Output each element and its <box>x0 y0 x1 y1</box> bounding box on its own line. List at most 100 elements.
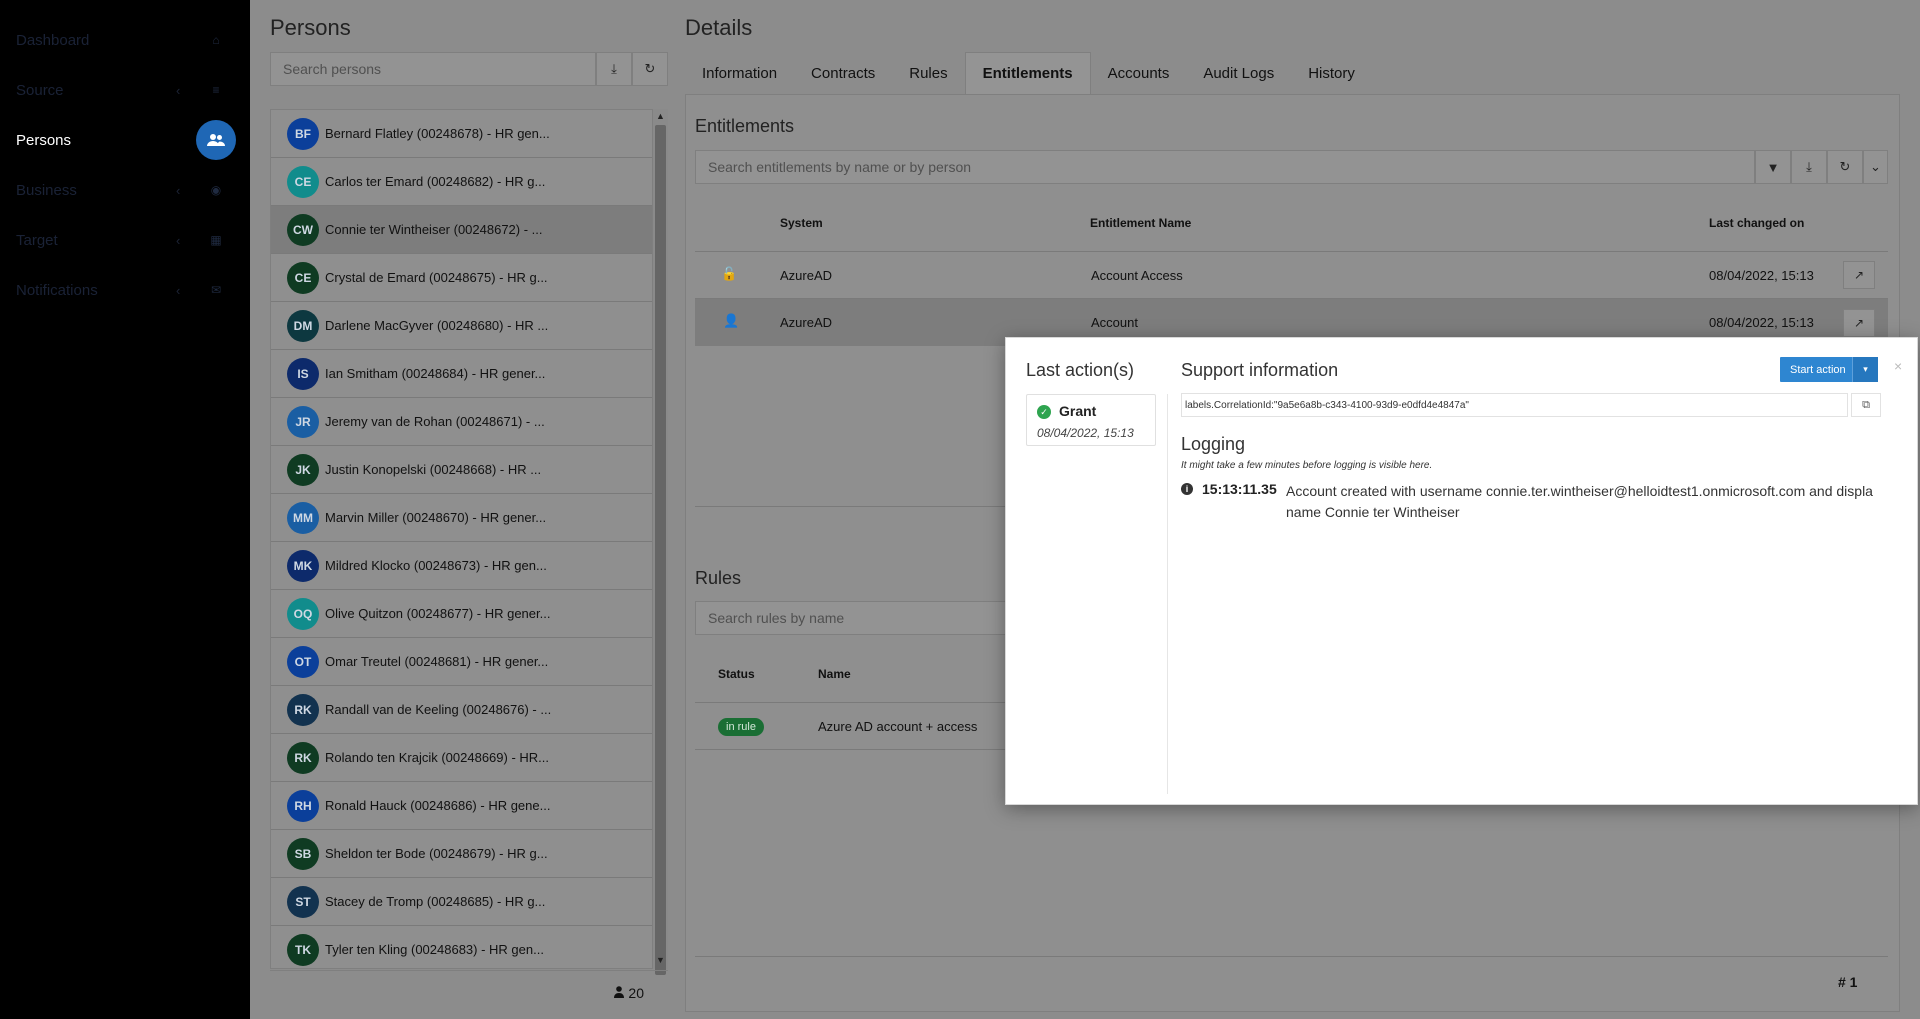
person-name: Marvin Miller (00248670) - HR gener... <box>325 510 547 525</box>
start-action-dropdown[interactable]: ▾ <box>1852 357 1878 382</box>
person-name: Carlos ter Emard (00248682) - HR g... <box>325 174 546 189</box>
list-item[interactable]: JK Justin Konopelski (00248668) - HR ... <box>271 446 652 494</box>
copy-icon: ⧉ <box>1862 398 1870 411</box>
row-entitlement-name: Account <box>1091 315 1138 330</box>
rules-search-input[interactable]: Search rules by name <box>695 601 1015 635</box>
action-name: Grant <box>1059 403 1097 419</box>
tab-history[interactable]: History <box>1291 52 1372 94</box>
avatar: OQ <box>287 597 319 630</box>
support-title: Support information <box>1181 360 1339 380</box>
refresh-button[interactable]: ↻ <box>1827 150 1863 184</box>
sidebar-item-business[interactable]: Business ‹ ◉ <box>0 165 250 215</box>
persons-count: 20 <box>270 970 668 1015</box>
sidebar-item-persons[interactable]: Persons <box>0 115 250 165</box>
sidebar-item-label: Target <box>16 231 58 249</box>
sidebar: Dashboard ⌂ Source ‹ ≡ Persons Business … <box>0 0 250 1019</box>
list-item[interactable]: ST Stacey de Tromp (00248685) - HR g... <box>271 878 652 926</box>
business-icon: ◉ <box>210 183 222 197</box>
chevron-down-icon: ⌄ <box>1870 159 1881 174</box>
list-item[interactable]: OT Omar Treutel (00248681) - HR gener... <box>271 638 652 686</box>
entitlements-search-input[interactable]: Search entitlements by name or by person <box>695 150 1755 184</box>
scroll-up-icon[interactable]: ▲ <box>656 111 665 121</box>
home-icon: ⌂ <box>212 33 220 47</box>
persons-search-input[interactable]: Search persons <box>270 52 596 86</box>
log-message-line: Account created with username connie.ter… <box>1286 483 1873 499</box>
list-item[interactable]: JR Jeremy van de Rohan (00248671) - ... <box>271 398 652 446</box>
table-row[interactable]: 🔓 AzureAD Account Access 08/04/2022, 15:… <box>695 252 1888 299</box>
person-name: Sheldon ter Bode (00248679) - HR g... <box>325 846 548 861</box>
person-name: Tyler ten Kling (00248683) - HR gen... <box>325 942 544 957</box>
avatar: ST <box>287 885 319 918</box>
chevron-left-icon: ‹ <box>176 232 181 248</box>
column-header-system[interactable]: System <box>780 216 823 230</box>
list-item[interactable]: SB Sheldon ter Bode (00248679) - HR g... <box>271 830 652 878</box>
avatar: MK <box>287 549 319 582</box>
list-item[interactable]: RK Randall van de Keeling (00248676) - ..… <box>271 686 652 734</box>
list-item[interactable]: CE Crystal de Emard (00248675) - HR g... <box>271 254 652 302</box>
database-icon: ≡ <box>212 83 220 97</box>
person-name: Ian Smitham (00248684) - HR gener... <box>325 366 546 381</box>
person-name: Crystal de Emard (00248675) - HR g... <box>325 270 548 285</box>
logging-title: Logging <box>1181 434 1246 454</box>
scroll-down-icon[interactable]: ▼ <box>656 955 665 965</box>
action-card[interactable]: ✓ Grant 08/04/2022, 15:13 <box>1026 394 1156 446</box>
tab-accounts[interactable]: Accounts <box>1091 52 1187 94</box>
open-external-button[interactable]: ↗ <box>1843 261 1875 289</box>
tab-audit-logs[interactable]: Audit Logs <box>1186 52 1291 94</box>
user-icon: 👤 <box>723 313 740 328</box>
divider <box>695 956 1888 957</box>
tab-contracts[interactable]: Contracts <box>794 52 892 94</box>
divider <box>695 702 1005 703</box>
list-item[interactable]: RH Ronald Hauck (00248686) - HR gene... <box>271 782 652 830</box>
users-icon <box>196 120 236 160</box>
download-button[interactable]: ⤓ <box>1791 150 1827 184</box>
person-name: Stacey de Tromp (00248685) - HR g... <box>325 894 546 909</box>
external-link-icon: ↗ <box>1853 316 1865 330</box>
correlation-id-field[interactable]: labels.CorrelationId:"9a5e6a8b-c343-4100… <box>1181 393 1848 417</box>
tab-rules[interactable]: Rules <box>892 52 964 94</box>
filter-button[interactable]: ▼ <box>1755 150 1791 184</box>
refresh-icon: ↻ <box>644 61 656 76</box>
list-item[interactable]: IS Ian Smitham (00248684) - HR gener... <box>271 350 652 398</box>
close-button[interactable]: × <box>1894 358 1902 374</box>
sidebar-item-source[interactable]: Source ‹ ≡ <box>0 65 250 115</box>
list-item[interactable]: BF Bernard Flatley (00248678) - HR gen... <box>271 110 652 158</box>
expand-button[interactable]: ⌄ <box>1863 150 1888 184</box>
person-name: Connie ter Wintheiser (00248672) - ... <box>325 222 543 237</box>
chevron-left-icon: ‹ <box>176 182 181 198</box>
list-item[interactable]: CW Connie ter Wintheiser (00248672) - ... <box>271 206 652 254</box>
list-item[interactable]: OQ Olive Quitzon (00248677) - HR gener... <box>271 590 652 638</box>
scroll-thumb[interactable] <box>655 125 666 975</box>
refresh-button[interactable]: ↻ <box>632 52 668 86</box>
list-item[interactable]: DM Darlene MacGyver (00248680) - HR ... <box>271 302 652 350</box>
column-header-name[interactable]: Name <box>818 667 851 681</box>
person-name: Bernard Flatley (00248678) - HR gen... <box>325 126 550 141</box>
open-external-button[interactable]: ↗ <box>1843 309 1875 337</box>
column-header-entitlement-name[interactable]: Entitlement Name <box>1090 216 1191 230</box>
column-header-status[interactable]: Status <box>718 667 755 681</box>
list-item[interactable]: MM Marvin Miller (00248670) - HR gener... <box>271 494 652 542</box>
download-button[interactable]: ⤓ <box>596 52 632 86</box>
sidebar-item-dashboard[interactable]: Dashboard ⌂ <box>0 15 250 65</box>
avatar: IS <box>287 357 319 390</box>
avatar: CE <box>287 261 319 294</box>
column-header-last-changed[interactable]: Last changed on <box>1709 216 1804 230</box>
copy-button[interactable]: ⧉ <box>1851 393 1881 417</box>
check-circle-icon: ✓ <box>1037 405 1051 419</box>
list-item[interactable]: RK Rolando ten Krajcik (00248669) - HR... <box>271 734 652 782</box>
tab-entitlements[interactable]: Entitlements <box>964 52 1091 94</box>
download-icon: ⤓ <box>611 61 617 76</box>
persons-scrollbar[interactable]: ▲ ▼ <box>653 109 668 975</box>
list-item[interactable]: MK Mildred Klocko (00248673) - HR gen... <box>271 542 652 590</box>
avatar: JK <box>287 453 319 486</box>
chevron-left-icon: ‹ <box>176 282 181 298</box>
status-badge: in rule <box>718 718 764 736</box>
list-item[interactable]: TK Tyler ten Kling (00248683) - HR gen... <box>271 926 652 968</box>
entitlements-count: # 1 <box>1838 974 1858 990</box>
person-name: Justin Konopelski (00248668) - HR ... <box>325 462 542 477</box>
avatar: TK <box>287 933 319 966</box>
sidebar-item-notifications[interactable]: Notifications ‹ ✉ <box>0 265 250 315</box>
sidebar-item-target[interactable]: Target ‹ ▦ <box>0 215 250 265</box>
list-item[interactable]: CE Carlos ter Emard (00248682) - HR g... <box>271 158 652 206</box>
tab-information[interactable]: Information <box>685 52 794 94</box>
